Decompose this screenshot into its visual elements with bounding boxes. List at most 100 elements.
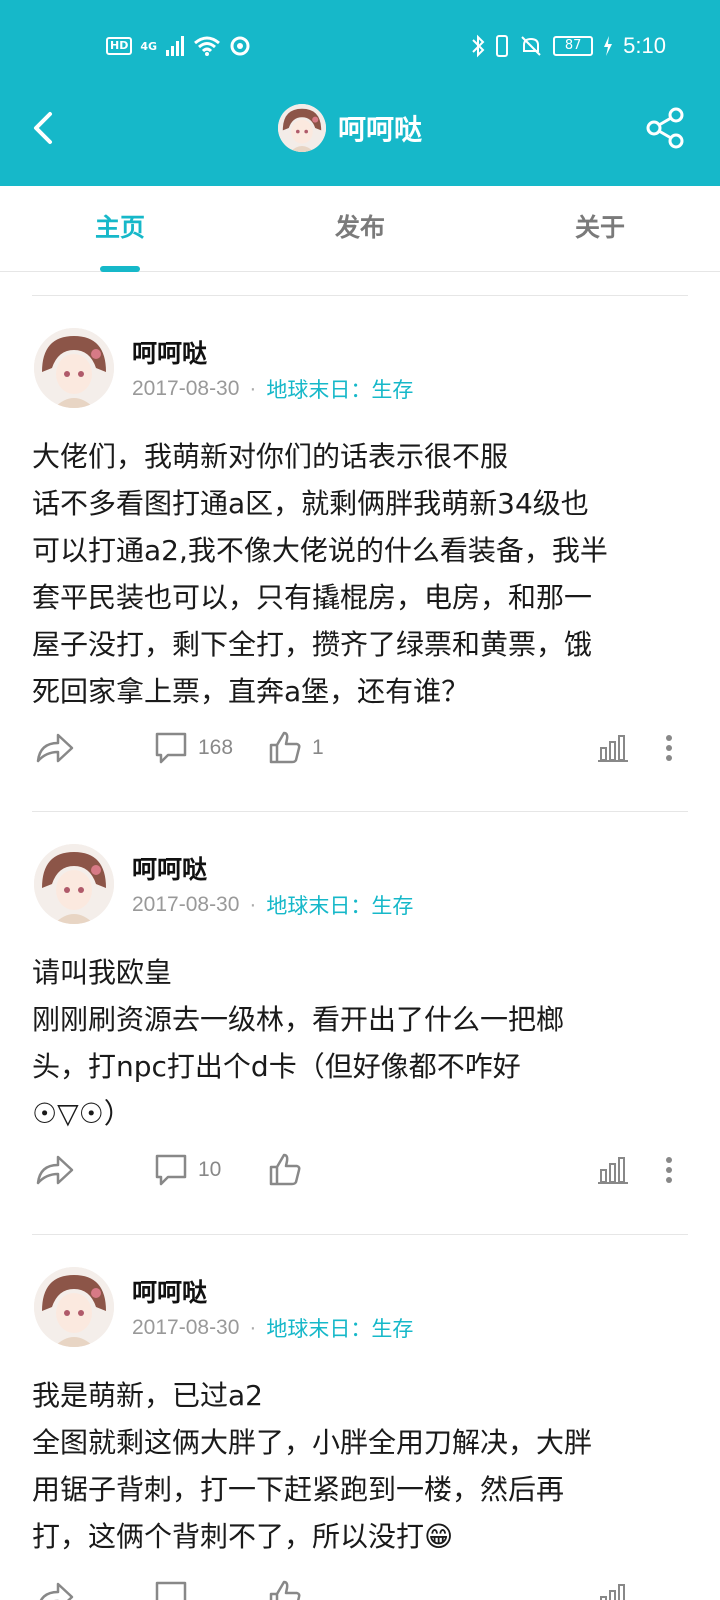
more-icon: [666, 735, 672, 761]
post-date: 2017-08-30: [132, 377, 240, 400]
post-content[interactable]: 我是萌新，已过a2 全图就剩这俩大胖了，小胖全用刀解决，大胖 用锯子背刺，打一下…: [32, 1372, 692, 1560]
avatar[interactable]: [34, 328, 114, 408]
comment-count: 10: [198, 1158, 222, 1181]
author-name[interactable]: 呵呵哒: [132, 850, 207, 886]
post-actions: 10: [0, 1148, 720, 1192]
content-line: 套平民装也可以，只有撬棍房，电房，和那一: [32, 581, 593, 614]
avatar-image: [34, 844, 114, 924]
tab-indicator: [100, 266, 140, 272]
meta-separator: ·: [249, 893, 257, 916]
avatar[interactable]: [34, 844, 114, 924]
post-content[interactable]: 大佬们，我萌新对你们的话表示很不服 话不多看图打通a区，就剩俩胖我萌新34级也 …: [32, 433, 692, 715]
battery-level: 87: [553, 36, 594, 56]
hd-badge: HD: [106, 37, 133, 55]
wifi-icon: [194, 36, 220, 56]
charging-icon: [604, 36, 613, 56]
avatar[interactable]: [34, 1267, 114, 1347]
post-actions: 168 1: [0, 726, 720, 770]
header: HD 4G 87 5:10 呵呵哒: [0, 0, 720, 186]
meta-separator: ·: [249, 1316, 257, 1339]
comment-button[interactable]: 10: [154, 1148, 221, 1192]
content-line: 打，这俩个背刺不了，所以没打😁: [32, 1520, 454, 1553]
comment-button[interactable]: 168: [154, 726, 233, 770]
repost-icon: [36, 1155, 74, 1185]
like-icon: [269, 731, 301, 764]
tab-home[interactable]: 主页: [0, 186, 240, 272]
comment-icon: [155, 1581, 187, 1600]
like-button[interactable]: [268, 1148, 312, 1192]
comment-icon: [155, 732, 187, 764]
content-line: 请叫我欧皇: [32, 956, 173, 989]
repost-button[interactable]: [36, 1575, 74, 1600]
post-card[interactable]: 呵呵哒 2017-08-30 · 地球末日：生存 我是萌新，已过a2 全图就剩这…: [0, 1235, 720, 1600]
content-line: ☉▽☉）: [32, 1097, 132, 1130]
tab-about[interactable]: 关于: [480, 186, 720, 272]
game-tag[interactable]: 地球末日：生存: [266, 890, 413, 920]
game-tag[interactable]: 地球末日：生存: [266, 1313, 413, 1343]
back-button[interactable]: [24, 108, 64, 148]
repost-button[interactable]: [36, 726, 74, 770]
post-card[interactable]: 呵呵哒 2017-08-30 · 地球末日：生存 请叫我欧皇 刚刚刷资源去一级林…: [0, 812, 720, 1234]
comment-icon: [155, 1154, 187, 1186]
clock: 5:10: [623, 33, 666, 58]
sync-icon: [230, 36, 250, 56]
content-line: 话不多看图打通a区，就剩俩胖我萌新34级也: [32, 487, 589, 520]
repost-button[interactable]: [36, 1148, 74, 1192]
repost-icon: [39, 1582, 74, 1600]
content-line: 大佬们，我萌新对你们的话表示很不服: [32, 440, 509, 473]
more-icon: [666, 1157, 672, 1183]
more-button[interactable]: [664, 1148, 674, 1192]
author-name[interactable]: 呵呵哒: [132, 1273, 207, 1309]
avatar-image: [278, 104, 326, 152]
stats-button[interactable]: [598, 1148, 628, 1192]
comment-count: 168: [198, 736, 234, 759]
content-line: 我是萌新，已过a2: [32, 1379, 263, 1412]
mute-icon: [521, 36, 541, 56]
content-line: 屋子没打，剩下全打，攒齐了绿票和黄票，饿: [32, 628, 593, 661]
stats-button[interactable]: [598, 726, 628, 770]
content-line: 全图就剩这俩大胖了，小胖全用刀解决，大胖: [32, 1426, 593, 1459]
back-icon: [34, 112, 52, 144]
comment-button[interactable]: [154, 1575, 188, 1600]
game-tag[interactable]: 地球末日：生存: [266, 374, 413, 404]
vibrate-icon: [496, 35, 509, 57]
tab-bar: 主页 发布 关于: [0, 186, 720, 272]
like-icon: [269, 1580, 301, 1600]
stats-icon: [598, 1157, 628, 1184]
post-meta: 2017-08-30 · 地球末日：生存: [132, 1313, 413, 1343]
like-icon: [269, 1153, 301, 1186]
author-name[interactable]: 呵呵哒: [132, 334, 207, 370]
more-button[interactable]: [664, 726, 674, 770]
post-content[interactable]: 请叫我欧皇 刚刚刷资源去一级林，看开出了什么一把榔 头，打npc打出个d卡（但好…: [32, 949, 692, 1137]
post-actions: [0, 1575, 720, 1600]
content-line: 刚刚刷资源去一级林，看开出了什么一把榔: [32, 1003, 565, 1036]
avatar[interactable]: [278, 104, 326, 152]
stats-icon: [600, 1584, 625, 1600]
post-meta: 2017-08-30 · 地球末日：生存: [132, 374, 413, 404]
repost-icon: [36, 733, 74, 763]
like-button[interactable]: [268, 1575, 302, 1600]
post-date: 2017-08-30: [132, 1316, 240, 1339]
title-bar: 呵呵哒: [0, 92, 720, 186]
content-line: 死回家拿上票，直奔a堡，还有谁？: [32, 675, 470, 708]
avatar-image: [34, 328, 114, 408]
share-icon: [646, 107, 684, 149]
signal-icon: [166, 36, 185, 56]
like-count: 1: [312, 736, 324, 759]
post-meta: 2017-08-30 · 地球末日：生存: [132, 890, 413, 920]
stats-button[interactable]: [598, 1575, 628, 1600]
meta-separator: ·: [249, 377, 257, 400]
page-title: 呵呵哒: [338, 113, 423, 146]
content-line: 可以打通a2,我不像大佬说的什么看装备，我半: [32, 534, 608, 567]
like-button[interactable]: 1: [268, 726, 324, 770]
avatar-image: [34, 1267, 114, 1347]
post-card[interactable]: 呵呵哒 2017-08-30 · 地球末日：生存 大佬们，我萌新对你们的话表示很…: [0, 296, 720, 811]
tab-publish[interactable]: 发布: [240, 186, 480, 272]
post-date: 2017-08-30: [132, 893, 240, 916]
content-line: 头，打npc打出个d卡（但好像都不咋好: [32, 1050, 521, 1083]
bluetooth-icon: [472, 34, 485, 58]
network-type: 4G: [140, 39, 158, 53]
share-button[interactable]: [644, 106, 688, 150]
status-bar: HD 4G 87 5:10: [0, 0, 720, 92]
title-group: 呵呵哒: [278, 102, 422, 154]
